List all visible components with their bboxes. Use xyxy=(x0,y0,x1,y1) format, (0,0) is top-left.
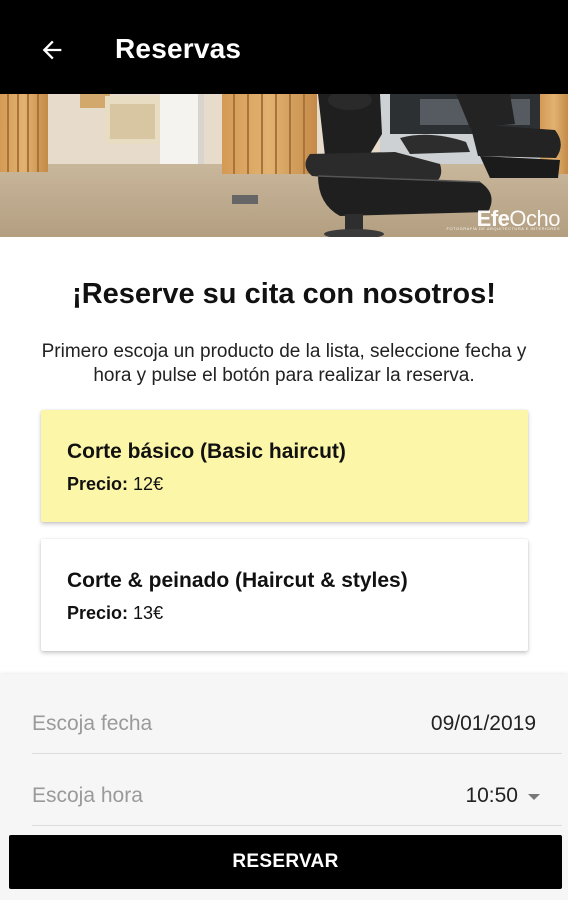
price-label: Precio: xyxy=(67,603,129,623)
time-value: 10:50 xyxy=(465,784,518,807)
product-name: Corte & peinado (Haircut & styles) xyxy=(67,569,408,592)
price-label: Precio: xyxy=(67,474,129,494)
product-price: Precio: 13€ xyxy=(67,603,163,624)
date-value: 09/01/2019 xyxy=(430,712,536,735)
app-screen: Reservas EfeOcho FOTOGRAFÍA DE ARQUITECT… xyxy=(0,0,568,900)
page-title: Reservas xyxy=(115,33,242,64)
reserve-button[interactable]: RESERVAR xyxy=(9,835,562,889)
booking-instructions: Primero escoja un producto de la lista, … xyxy=(41,341,527,386)
top-app-bar: Reservas xyxy=(0,0,568,94)
back-button[interactable] xyxy=(24,28,80,72)
date-label: Escoja fecha xyxy=(32,712,153,735)
product-name: Corte básico (Basic haircut) xyxy=(67,440,346,463)
hero-image: EfeOcho FOTOGRAFÍA DE ARQUITECTURA E INT… xyxy=(0,94,568,237)
time-label: Escoja hora xyxy=(32,784,143,807)
product-card-haircut-styles[interactable]: Corte & peinado (Haircut & styles) Preci… xyxy=(41,539,528,651)
date-picker-field[interactable]: Escoja fecha 09/01/2019 xyxy=(32,682,562,754)
price-value: 13€ xyxy=(133,603,164,623)
time-picker-field[interactable]: Escoja hora 10:50 xyxy=(32,754,562,826)
price-value: 12€ xyxy=(133,474,164,494)
product-list: Corte básico (Basic haircut) Precio: 12€… xyxy=(41,410,528,668)
product-price: Precio: 12€ xyxy=(67,474,163,495)
booking-heading: ¡Reserve su cita con nosotros! xyxy=(72,278,496,310)
dropdown-arrow-icon[interactable] xyxy=(528,794,540,800)
arrow-left-icon xyxy=(42,40,62,60)
watermark-subtitle: FOTOGRAFÍA DE ARQUITECTURA E INTERIORES xyxy=(446,226,560,231)
product-card-basic-haircut[interactable]: Corte básico (Basic haircut) Precio: 12€ xyxy=(41,410,528,522)
